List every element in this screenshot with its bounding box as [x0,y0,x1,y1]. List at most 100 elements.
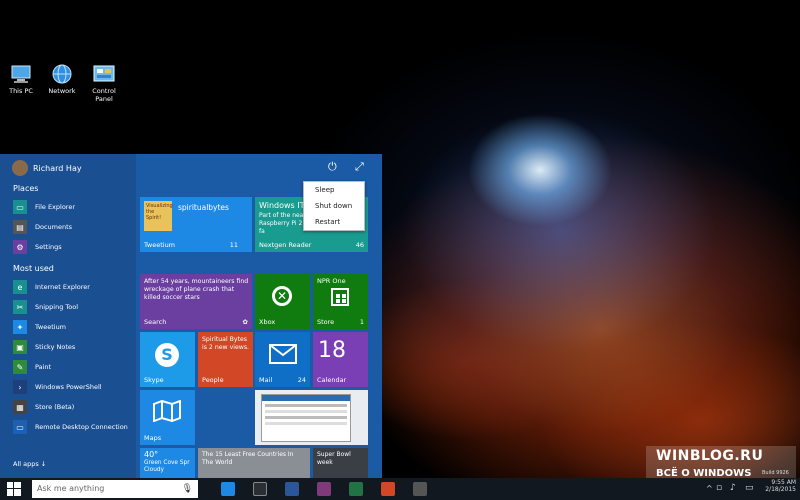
sticky-note-icon: ▣ [13,340,27,354]
taskbar: Ask me anything 🎙 ^ ▫ ♪ ▭ 9:55 AM 2/18/2… [0,478,800,500]
tile-weather[interactable]: 40° Green Cove Spr Cloudy [140,448,195,478]
start-item-label: Documents [35,223,73,231]
tile-badge: 46 [355,241,364,249]
tile-mail[interactable]: Mail 24 [255,332,310,387]
start-item-label: Remote Desktop Connection [35,423,128,431]
tile-store[interactable]: NPR One Store 1 [313,274,368,329]
start-item-label: Store (Beta) [35,403,75,411]
start-item-paint[interactable]: ✎ Paint [13,359,51,375]
power-menu: Sleep Shut down Restart [303,181,365,231]
tile-label: Tweetium [144,241,176,249]
tile-title: Windows IT [259,201,305,210]
tweet-image: Visualizing the Spirit! [144,201,173,231]
tile-xbox[interactable]: ✕ Xbox [255,274,310,329]
tile-sports[interactable]: Super Bowl week [313,448,368,478]
tile-label: Xbox [259,318,276,326]
all-apps-label: All apps ↓ [13,460,47,468]
start-item-documents[interactable]: ▤ Documents [13,219,72,235]
taskbar-tweetium-icon[interactable] [221,482,235,496]
tile-label: Mail [259,376,273,384]
search-cortana-icon: ✿ [242,318,248,326]
action-center-icon[interactable]: ▭ [745,483,754,493]
start-item-settings[interactable]: ⚙ Settings [13,239,62,255]
all-apps-button[interactable]: All apps ↓ [13,456,46,472]
chevron-up-icon[interactable]: ^ [706,484,713,493]
tile-news[interactable]: The 15 Least Free Countries In The World [198,448,310,478]
tile-skype[interactable]: S Skype [140,332,195,387]
app-preview-thumbnail [261,394,351,442]
power-sleep-item[interactable]: Sleep [304,182,364,198]
tile-tweetium[interactable]: Visualizing the Spirit! spiritualbytes T… [140,197,252,252]
windows-logo-icon [7,482,21,496]
search-input[interactable]: Ask me anything 🎙 [32,480,198,498]
tile-body: Green Cove Spr Cloudy [144,460,190,473]
internet-explorer-icon: e [13,280,27,294]
microphone-icon[interactable]: 🎙 [182,480,193,498]
tile-maps[interactable]: Maps [140,390,195,445]
desktop-icon-label: Control Panel [92,87,116,103]
map-icon [153,400,181,422]
taskbar-store-icon[interactable] [413,482,427,496]
start-item-powershell[interactable]: › Windows PowerShell [13,379,102,395]
tile-search[interactable]: After 54 years, mountaineers find wrecka… [140,274,252,329]
taskbar-word-icon[interactable] [285,482,299,496]
gear-icon: ⚙ [13,240,27,254]
start-item-tweetium[interactable]: ✦ Tweetium [13,319,66,335]
mail-envelope-icon [269,344,297,364]
tile-title: spiritualbytes [178,203,229,212]
folder-icon: ▭ [13,200,27,214]
tile-label: Nextgen Reader [259,241,312,249]
xbox-icon: ✕ [272,286,292,306]
start-item-store-beta[interactable]: ▦ Store (Beta) [13,399,74,415]
start-item-remote-desktop[interactable]: ▭ Remote Desktop Connection [13,419,128,435]
desktop-icon-this-pc[interactable]: This PC [1,64,41,95]
start-item-label: Snipping Tool [35,303,79,311]
taskbar-powerpoint-icon[interactable] [381,482,395,496]
network-tray-icon[interactable]: ▫ [716,483,722,493]
start-item-label: Tweetium [35,323,67,331]
user-account[interactable]: Richard Hay [12,160,82,176]
tile-badge: 1 [359,318,364,326]
taskbar-excel-icon[interactable] [349,482,363,496]
tile-label: Search [144,318,167,326]
volume-icon[interactable]: ♪ [730,483,736,493]
start-item-label: Settings [35,243,62,251]
bird-icon: ✦ [13,320,27,334]
expand-icon[interactable]: ⤢ [355,160,364,174]
calendar-date: 18 [318,338,346,363]
places-heading: Places [13,184,39,193]
store-bag-icon: ▦ [13,400,27,414]
start-item-label: Paint [35,363,52,371]
power-shutdown-item[interactable]: Shut down [304,198,364,214]
avatar [12,160,28,176]
tile-label: People [202,376,224,384]
tile-body: Spiritual Bytes is 2 new views. [202,336,250,351]
tile-title: NPR One [317,277,346,285]
scissors-icon: ✂ [13,300,27,314]
clock[interactable]: 9:55 AM 2/18/2015 [762,479,796,493]
desktop-icon-label: This PC [9,87,33,95]
tile-label: Maps [144,434,162,442]
start-item-sticky-notes[interactable]: ▣ Sticky Notes [13,339,75,355]
tile-label: Store [317,318,335,326]
computer-icon [10,64,32,84]
start-left-column: Richard Hay Places ▭ File Explorer ▤ Doc… [0,154,136,478]
tile-screenshot-preview[interactable] [255,390,368,445]
desktop-icon-control-panel[interactable]: Control Panel [84,64,124,103]
tile-people[interactable]: Spiritual Bytes is 2 new views. People [198,332,253,387]
control-panel-icon [93,64,115,84]
taskbar-onenote-icon[interactable] [317,482,331,496]
taskbar-snipping-icon[interactable] [253,482,267,496]
power-icon[interactable]: ⏻ [328,160,337,174]
start-item-file-explorer[interactable]: ▭ File Explorer [13,199,75,215]
windows-start-button[interactable] [7,482,21,498]
documents-icon: ▤ [13,220,27,234]
start-item-internet-explorer[interactable]: e Internet Explorer [13,279,90,295]
desktop-icon-network[interactable]: Network [42,64,82,95]
power-restart-item[interactable]: Restart [304,214,364,230]
search-placeholder: Ask me anything [37,484,105,493]
tile-calendar[interactable]: 18 Calendar [313,332,368,387]
start-item-snipping-tool[interactable]: ✂ Snipping Tool [13,299,78,315]
weather-temp: 40° [144,450,159,459]
start-item-label: Sticky Notes [35,343,76,351]
